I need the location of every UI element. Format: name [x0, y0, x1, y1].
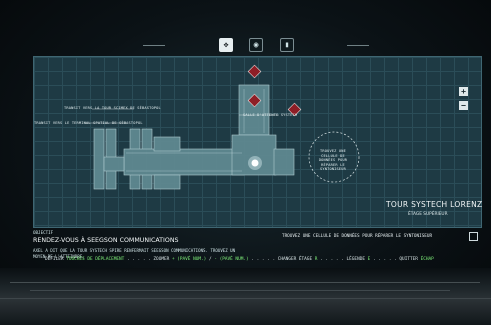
control-floor-label: CHANGER ÉTAGE	[277, 257, 313, 262]
pause-map-screen: ✥ ◉ ▮ TRANSIT VERS LA TOUR SCIMEX DE SÉB…	[0, 0, 491, 325]
label-transit-terminal: TRANSIT VERS LE TERMINAL SPATIAL DE SÉBA…	[34, 121, 143, 125]
control-dots-3: . . . . .	[317, 257, 347, 262]
background-floor	[0, 268, 491, 325]
label-waiting-room: SALLE D'ATTENTE SYSTECH	[243, 113, 298, 117]
objective-title: RENDEZ-VOUS À SEEGSON COMMUNICATIONS	[33, 237, 179, 244]
lower-room-left	[153, 174, 181, 190]
label-transit-tower: TRANSIT VERS LA TOUR SCIMEX DE SÉBASTOPO…	[64, 106, 161, 110]
floor-label: ÉTAGE SUPÉRIEUR	[408, 212, 448, 217]
map-icon[interactable]: ◉	[249, 38, 263, 52]
left-connector	[103, 156, 125, 172]
tower-title: TOUR SYSTECH LORENZ	[386, 200, 483, 209]
control-zoom-sep: /	[208, 257, 212, 262]
controls-bar: DÉFILER TOUCHES DE DÉPLACEMENT . . . . .…	[45, 257, 434, 262]
control-legend-label: LÉGENDE	[346, 257, 366, 262]
control-dots-4: . . . . .	[370, 257, 400, 262]
objective-label: OBJECTIF	[33, 230, 54, 235]
control-quit-key: ÉCHAP	[420, 257, 434, 262]
control-scroll-key: TOUCHES DE DÉPLACEMENT	[66, 257, 125, 262]
player-icon	[251, 159, 259, 167]
control-zoom-label: ZOOMER	[153, 257, 170, 262]
zoom-in-button[interactable]: +	[459, 87, 468, 96]
nav-divider-left	[143, 45, 165, 46]
marker-top	[247, 64, 262, 79]
reflection-streak	[0, 298, 491, 299]
control-scroll-label: DÉFILER	[45, 257, 64, 262]
task-text: TROUVEZ UNE CELLULE DE DONNÉES POUR RÉPA…	[282, 234, 433, 239]
control-quit-label: QUITTER	[399, 257, 418, 262]
task-checkbox	[469, 232, 478, 241]
top-navigation: ✥ ◉ ▮	[0, 36, 491, 54]
control-zoom-out-key: - (PAVÉ NUM.)	[214, 257, 249, 262]
reflection-streak	[30, 290, 450, 291]
control-dots-1: . . . . .	[124, 257, 154, 262]
zoom-out-button[interactable]: −	[459, 101, 468, 110]
control-zoom-in-key: + (PAVÉ NUM.)	[171, 257, 207, 262]
nav-divider-right	[347, 45, 369, 46]
move-icon[interactable]: ✥	[219, 38, 233, 52]
inventory-icon[interactable]: ▮	[280, 38, 294, 52]
control-dots-2: . . . . .	[248, 257, 278, 262]
reflection-streak	[10, 282, 480, 283]
objective-panel: OBJECTIF RENDEZ-VOUS À SEEGSON COMMUNICA…	[33, 230, 293, 260]
corridor-left-a	[93, 128, 105, 190]
tower-shaft	[238, 84, 270, 136]
upper-room-left	[153, 136, 181, 152]
label-data-cell: TROUVEZ UNE CELLULE DE DONNÉES POUR RÉPA…	[318, 149, 348, 172]
right-connector	[273, 148, 295, 176]
